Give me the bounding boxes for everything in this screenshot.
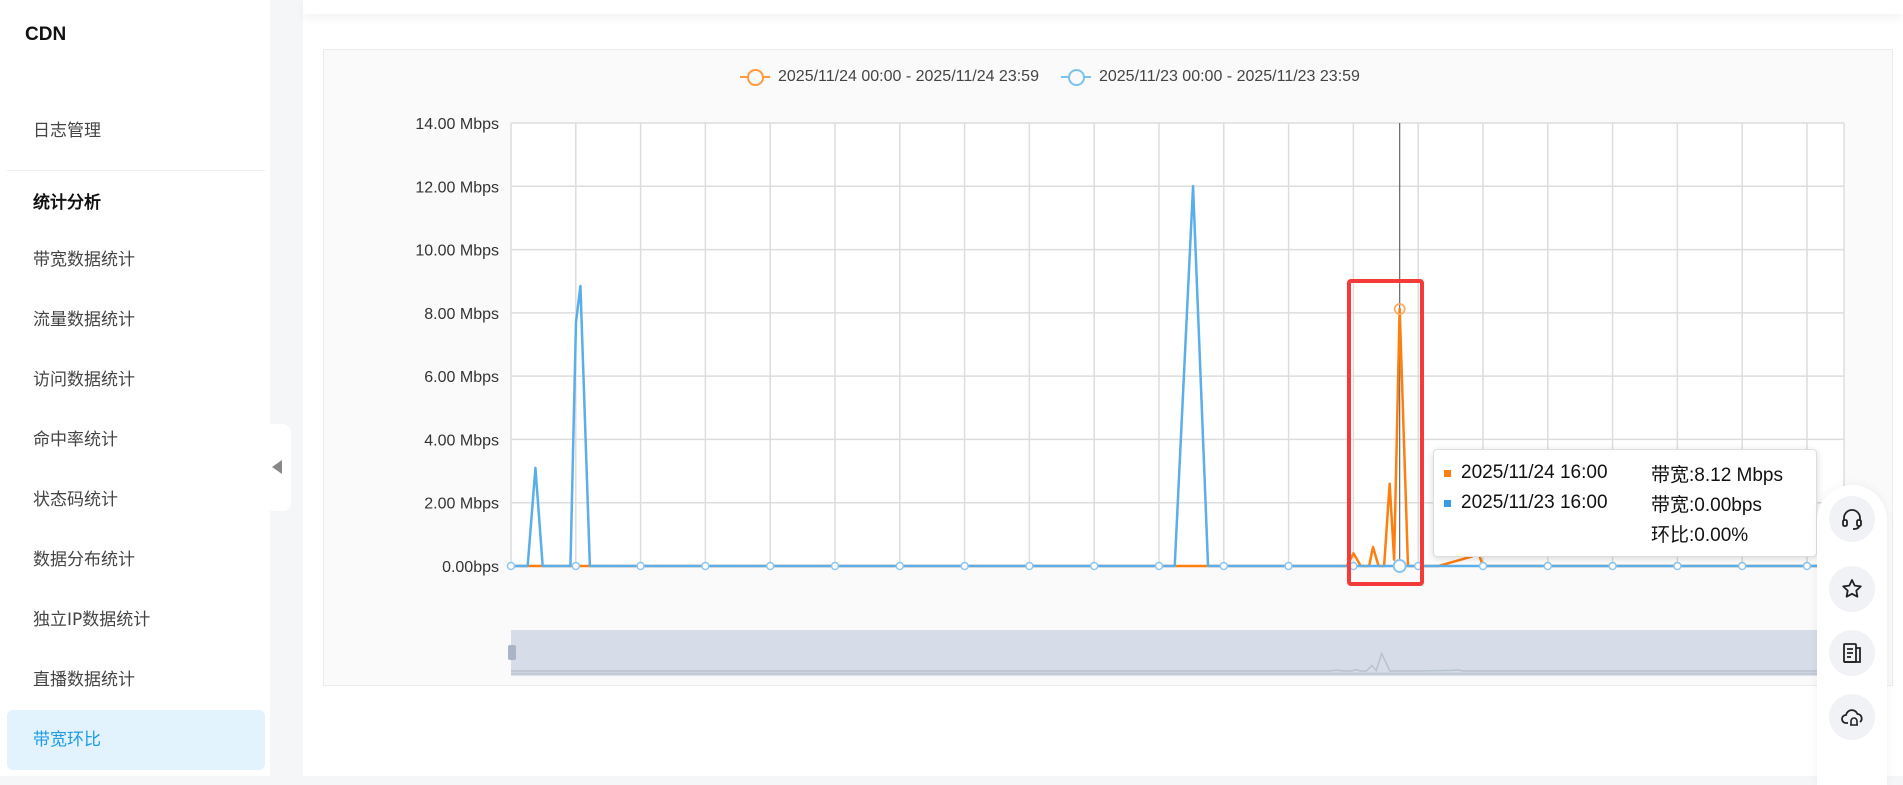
hover-point-nov23: [1392, 559, 1407, 573]
data-zoom-handle[interactable]: [508, 645, 516, 660]
headset-icon: [1842, 509, 1862, 530]
data-point-marker: [1737, 561, 1747, 571]
series-color-dot: [1444, 499, 1451, 507]
data-point-marker: [830, 561, 840, 571]
data-zoom-slider[interactable]: [511, 630, 1817, 675]
series-color-dot: [1444, 469, 1451, 477]
data-point-marker: [1673, 561, 1682, 571]
cloud-bell-icon: [1841, 709, 1863, 726]
data-point-marker: [1219, 561, 1229, 571]
tooltip-value: 带宽:0.00bps: [1651, 494, 1762, 516]
y-tick-label: 14.00 Mbps: [415, 116, 499, 133]
data-point-marker: [506, 561, 516, 571]
tooltip-row: 2025/11/24 16:00 带宽:8.12 Mbps: [1444, 458, 1806, 488]
y-tick-label: 10.00 Mbps: [415, 243, 499, 260]
favorite-button[interactable]: [1829, 566, 1875, 612]
y-tick-label: 0.00bps: [442, 559, 499, 576]
data-point-marker: [1025, 561, 1034, 571]
data-point-marker: [960, 561, 969, 571]
tooltip-row: 环比:0.00%: [1444, 518, 1806, 548]
alert-button[interactable]: [1829, 694, 1875, 740]
tooltip-date: 2025/11/24 16:00: [1461, 462, 1608, 483]
data-point-marker: [1284, 561, 1293, 571]
data-point-marker: [1154, 561, 1164, 571]
tooltip-ratio: 环比:0.00%: [1651, 524, 1749, 546]
y-tick-label: 2.00 Mbps: [424, 496, 499, 513]
tooltip-row: 2025/11/23 16:00 带宽:0.00bps: [1444, 488, 1806, 518]
y-tick-label: 4.00 Mbps: [424, 432, 499, 449]
data-point-marker: [1413, 561, 1423, 571]
y-tick-label: 6.00 Mbps: [424, 369, 499, 386]
data-point-marker: [765, 561, 775, 571]
data-point-marker: [1608, 561, 1617, 571]
bandwidth-chart[interactable]: 0.00bps 2.00 Mbps 4.00 Mbps 6.00 Mbps 8.00 M…: [0, 0, 1903, 776]
data-point-marker: [1089, 561, 1099, 571]
docs-button[interactable]: [1829, 630, 1875, 676]
data-point-marker: [1543, 561, 1553, 571]
star-icon: [1842, 579, 1862, 598]
support-button[interactable]: [1829, 496, 1875, 542]
chart-tooltip: 2025/11/24 16:00 带宽:8.12 Mbps 2025/11/23…: [1433, 449, 1817, 557]
document-icon: [1843, 643, 1861, 663]
data-point-marker: [1349, 561, 1358, 571]
tooltip-date: 2025/11/23 16:00: [1461, 492, 1608, 513]
y-tick-label: 8.00 Mbps: [424, 306, 499, 323]
tooltip-value: 带宽:8.12 Mbps: [1651, 464, 1783, 486]
data-point-marker: [701, 561, 710, 571]
data-point-marker: [895, 561, 905, 571]
data-point-marker: [1802, 561, 1812, 571]
data-point-marker: [1478, 561, 1488, 571]
data-point-marker: [571, 561, 581, 571]
y-tick-label: 12.00 Mbps: [415, 179, 499, 196]
data-point-marker: [636, 561, 645, 571]
floating-toolbar: [1817, 485, 1887, 785]
